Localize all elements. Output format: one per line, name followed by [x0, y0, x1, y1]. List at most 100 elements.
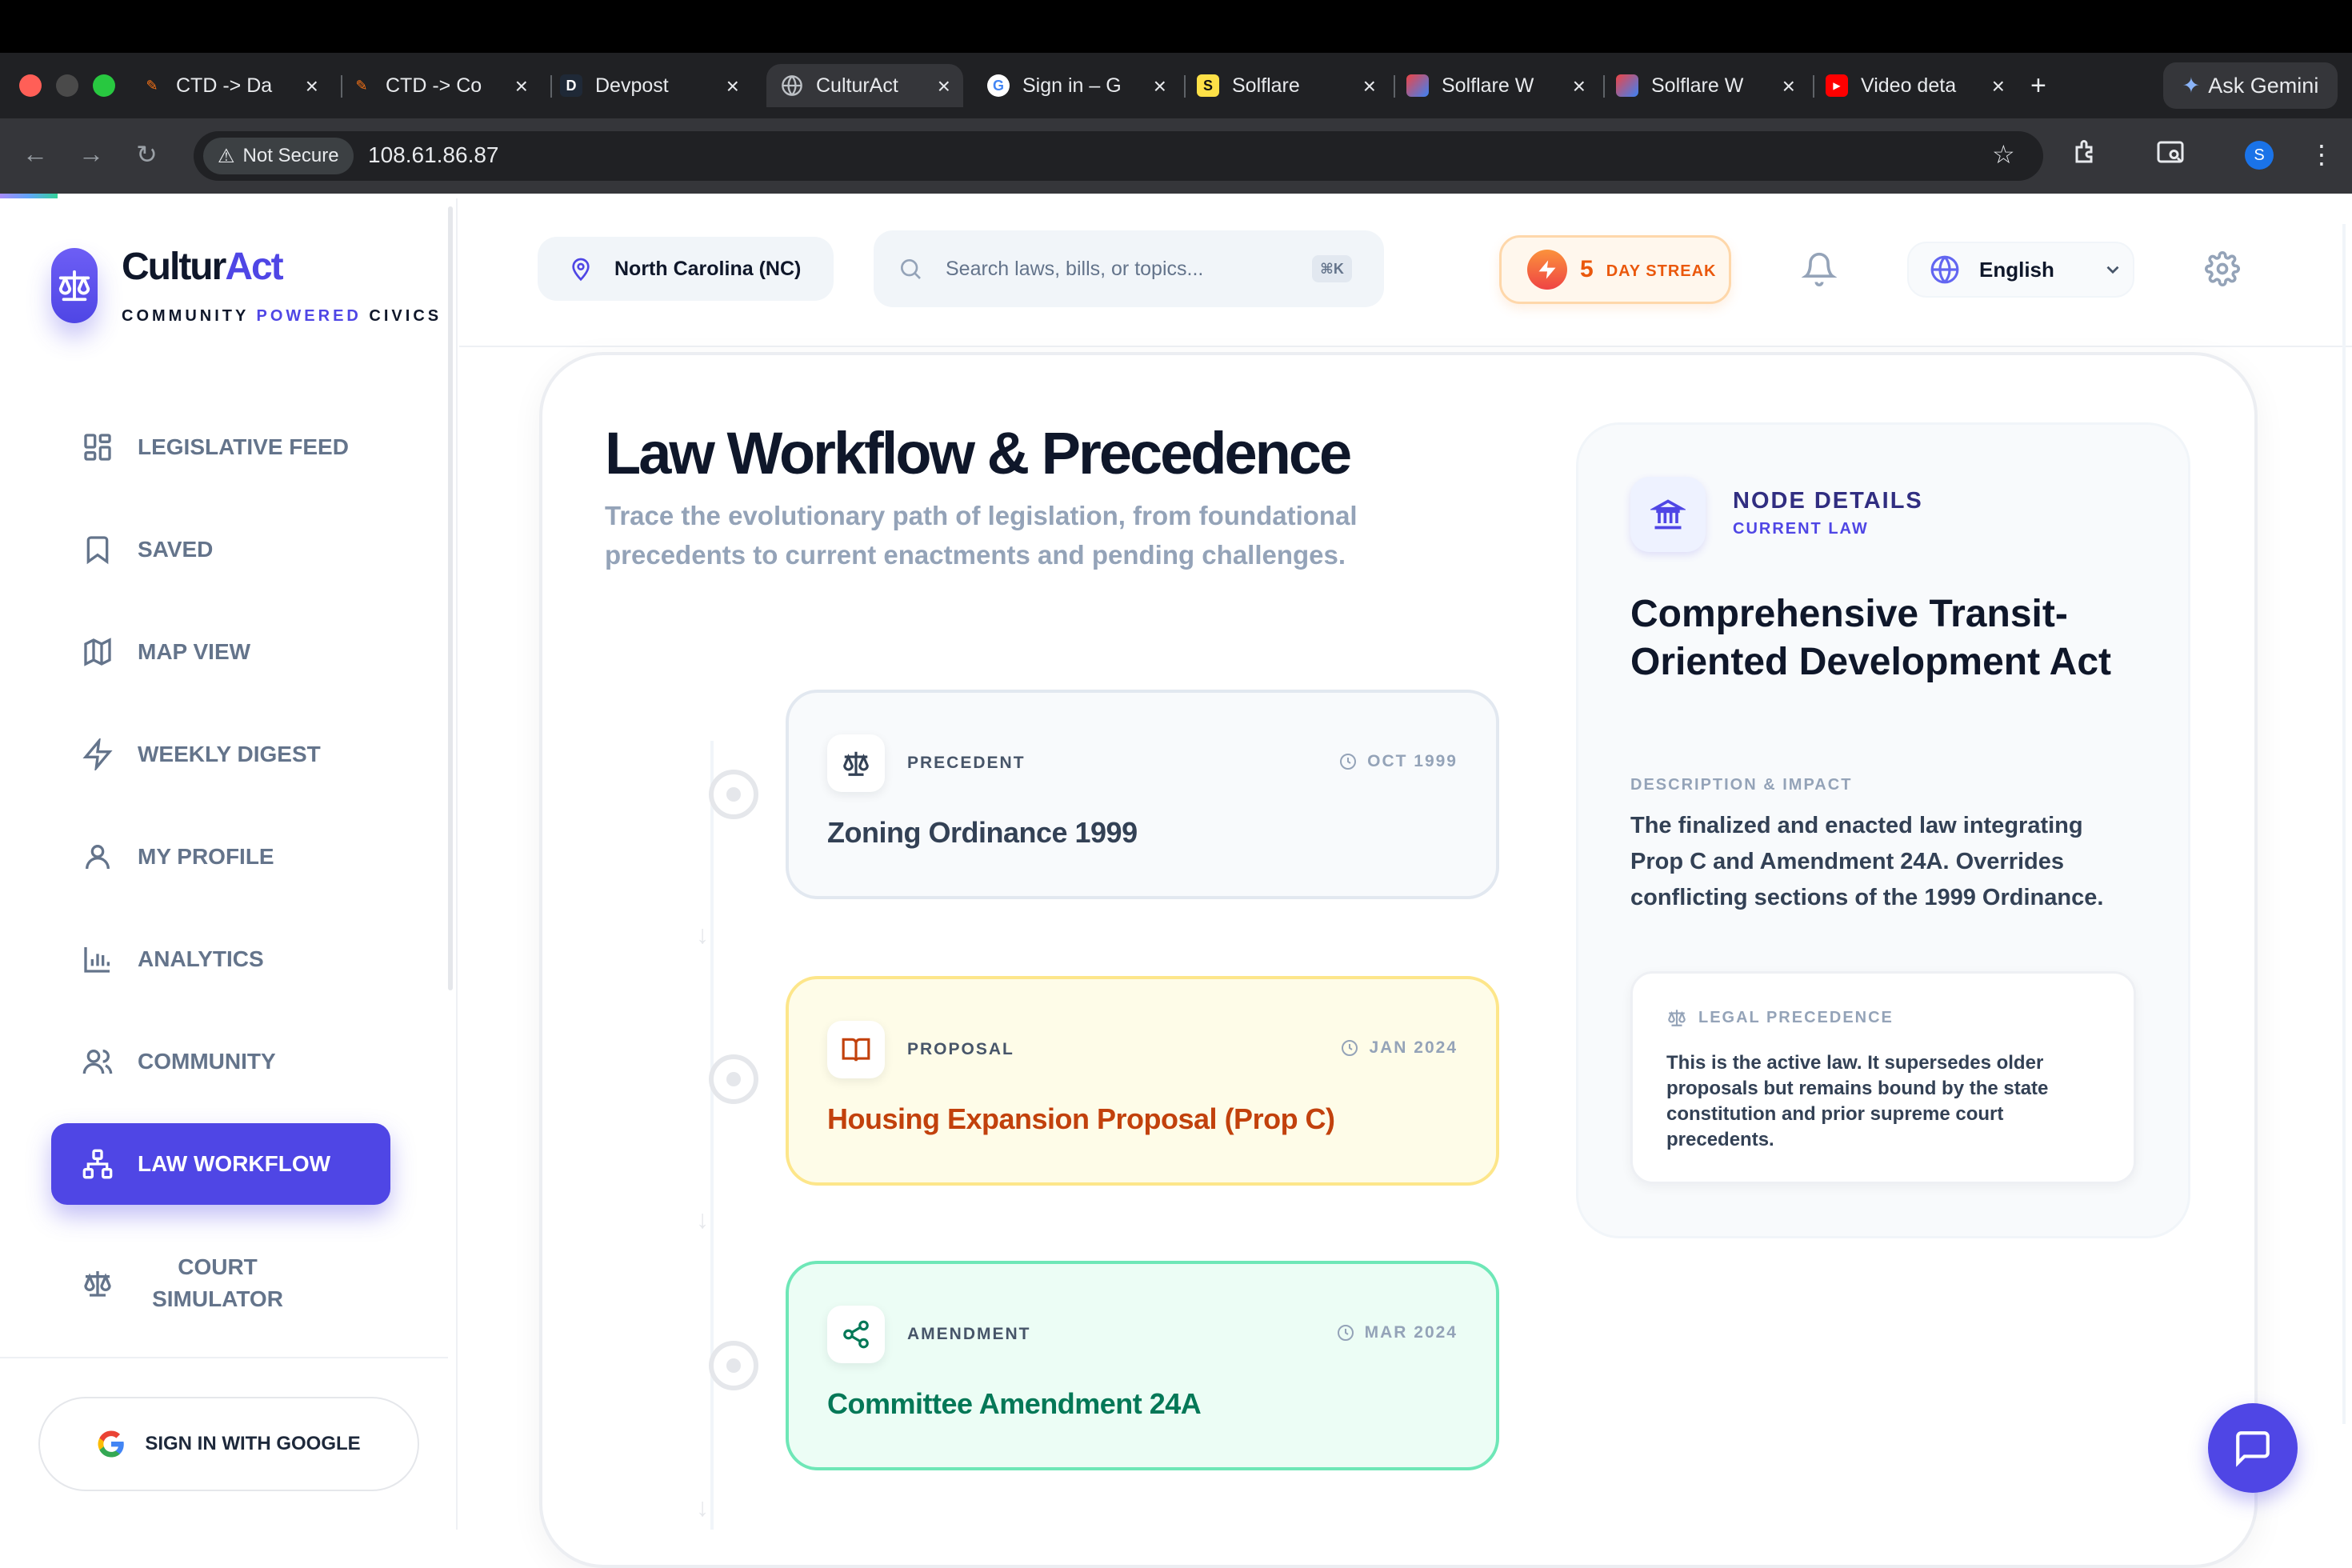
timeline-dot: [709, 1341, 758, 1390]
close-tab-icon[interactable]: ×: [1154, 74, 1166, 99]
tab-google-sign-in[interactable]: G Sign in – G ×: [987, 64, 1179, 107]
reload-icon[interactable]: ↻: [136, 139, 158, 170]
menu-kebab-icon[interactable]: ⋮: [2309, 139, 2334, 170]
sidebar-item-law-workflow[interactable]: LAW WORKFLOW: [51, 1123, 390, 1205]
close-tab-icon[interactable]: ×: [1363, 74, 1376, 99]
sidebar-item-community[interactable]: COMMUNITY: [51, 1021, 390, 1102]
tab-solflare[interactable]: S Solflare ×: [1197, 64, 1389, 107]
search-box[interactable]: ⌘K: [874, 230, 1384, 307]
back-icon[interactable]: ←: [22, 139, 48, 169]
sidebar-item-label: LAW WORKFLOW: [138, 1151, 331, 1176]
close-tab-icon[interactable]: ×: [306, 74, 318, 99]
sidebar-item-my-profile[interactable]: MY PROFILE: [51, 816, 390, 898]
details-heading: NODE DETAILS: [1733, 488, 1923, 514]
tab-culturact[interactable]: CulturAct ×: [766, 64, 963, 107]
tab-video-details[interactable]: ▶ Video deta ×: [1826, 64, 2018, 107]
not-secure-chip[interactable]: ⚠ Not Secure: [203, 138, 354, 174]
tab-ctd-1[interactable]: ✎ CTD -> Da ×: [141, 64, 331, 107]
legal-precedence-box: LEGAL PRECEDENCE This is the active law.…: [1630, 971, 2136, 1184]
workflow-node-amendment[interactable]: AMENDMENT MAR 2024 Committee Amendment 2…: [786, 1261, 1499, 1470]
state-selector[interactable]: North Carolina (NC): [538, 237, 834, 301]
tab-title: Video deta: [1861, 74, 1957, 97]
clock-icon: [1340, 754, 1357, 770]
clock-icon: [1342, 1040, 1358, 1056]
page-subtitle: Trace the evolutionary path of legislati…: [605, 501, 1358, 570]
brand-name[interactable]: CulturAct: [122, 245, 284, 289]
node-date: MAR 2024: [1336, 1323, 1458, 1342]
close-tab-icon[interactable]: ×: [1782, 74, 1795, 99]
tab-solflare-wallet-1[interactable]: Solflare W ×: [1406, 64, 1598, 107]
forward-icon[interactable]: →: [78, 139, 104, 169]
notifications-bell-icon[interactable]: [1801, 251, 1838, 290]
close-tab-icon[interactable]: ×: [1992, 74, 2005, 99]
lightning-icon: [82, 738, 113, 770]
minimize-window-button[interactable]: [56, 74, 78, 97]
precedence-label-row: LEGAL PRECEDENCE: [1666, 1007, 1894, 1028]
node-date-text: JAN 2024: [1369, 1038, 1458, 1057]
node-title: Housing Expansion Proposal (Prop C): [827, 1102, 1335, 1135]
chat-bubble-icon: [2236, 1431, 2270, 1467]
chat-button[interactable]: [2208, 1403, 2298, 1493]
close-tab-icon[interactable]: ×: [726, 74, 739, 99]
profile-avatar[interactable]: S: [2245, 141, 2274, 170]
tab-separator: [1394, 75, 1395, 98]
new-tab-button[interactable]: +: [2030, 64, 2046, 107]
close-window-button[interactable]: [19, 74, 42, 97]
workflow-node-precedent[interactable]: PRECEDENT OCT 1999 Zoning Ordinance 1999: [786, 690, 1499, 899]
window-top-bar: [0, 0, 2352, 53]
close-tab-icon[interactable]: ×: [1573, 74, 1586, 99]
tab-solflare-wallet-2[interactable]: Solflare W ×: [1616, 64, 1808, 107]
node-date: JAN 2024: [1340, 1038, 1458, 1058]
node-title: Zoning Ordinance 1999: [827, 816, 1138, 849]
sidebar-item-analytics[interactable]: ANALYTICS: [51, 918, 390, 1000]
label-line-1: COURT: [178, 1254, 258, 1279]
devpost-favicon-icon: D: [560, 74, 582, 97]
sidebar-scrollbar[interactable]: [448, 206, 453, 990]
not-secure-label: Not Secure: [242, 145, 339, 166]
bookmark-icon: [86, 536, 109, 565]
tab-title: Devpost: [595, 74, 669, 97]
settings-gear-icon[interactable]: [2205, 251, 2240, 290]
extensions-icon[interactable]: [2072, 138, 2101, 173]
users-icon: [82, 1050, 113, 1074]
globe-icon: [1930, 255, 1959, 284]
node-kind: PROPOSAL: [907, 1040, 1014, 1058]
close-tab-icon[interactable]: ×: [938, 74, 950, 99]
tab-ctd-2[interactable]: ✎ CTD -> Co ×: [350, 64, 541, 107]
main-scrollbar[interactable]: [2342, 224, 2346, 1424]
workflow-node-proposal[interactable]: PROPOSAL JAN 2024 Housing Expansion Prop…: [786, 976, 1499, 1186]
sidebar-item-weekly-digest[interactable]: WEEKLY DIGEST: [51, 714, 390, 795]
sidebar-divider: [0, 1357, 448, 1358]
timeline-arrow-icon: ↓: [696, 1493, 709, 1522]
globe-favicon-icon: [781, 74, 803, 97]
timeline-arrow-icon: ↓: [696, 1205, 709, 1234]
tab-title: CTD -> Co: [386, 74, 482, 97]
google-favicon-icon: G: [987, 74, 1010, 97]
close-tab-icon[interactable]: ×: [515, 74, 528, 99]
maximize-window-button[interactable]: [93, 74, 115, 97]
sidebar-item-court-simulator[interactable]: COURT SIMULATOR: [51, 1243, 390, 1323]
tab-devpost[interactable]: D Devpost ×: [560, 64, 752, 107]
tagline-part: CIVICS: [361, 307, 442, 325]
pen-favicon-icon: ✎: [355, 77, 368, 94]
sidebar-item-legislative-feed[interactable]: LEGISLATIVE FEED: [51, 406, 390, 488]
logo-scale-icon[interactable]: [51, 248, 98, 323]
sidebar-item-saved[interactable]: SAVED: [51, 509, 390, 590]
url-text[interactable]: 108.61.86.87: [368, 142, 499, 168]
tab-separator: [1603, 75, 1605, 98]
sidebar-item-map-view[interactable]: MAP VIEW: [51, 611, 390, 693]
language-selector[interactable]: English: [1907, 242, 2134, 298]
timeline-dot: [709, 770, 758, 819]
gemini-sparkle-icon: ✦: [2182, 73, 2201, 98]
sign-in-google-button[interactable]: SIGN IN WITH GOOGLE: [38, 1397, 419, 1491]
streak-badge[interactable]: 5 DAY STREAK: [1499, 235, 1731, 304]
description-text: The finalized and enacted law integratin…: [1630, 813, 2104, 910]
ask-gemini-button[interactable]: ✦ Ask Gemini: [2163, 62, 2338, 109]
tab-search-icon[interactable]: [2155, 138, 2186, 173]
tab-separator: [1184, 75, 1186, 98]
book-icon: [827, 1021, 885, 1078]
bookmark-star-icon[interactable]: ☆: [1992, 139, 2015, 170]
node-date-text: MAR 2024: [1364, 1323, 1458, 1342]
search-input[interactable]: [946, 257, 1290, 281]
tab-title: Solflare W: [1651, 74, 1744, 97]
